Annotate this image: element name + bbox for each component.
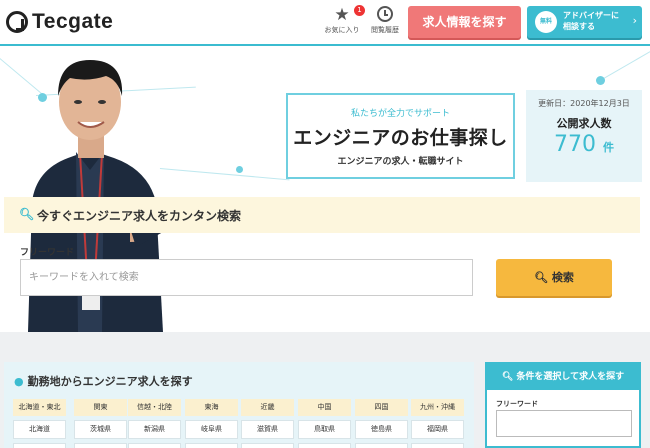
prefecture-link[interactable]: 鳥取県: [298, 420, 351, 439]
region-tab[interactable]: 中国: [298, 399, 351, 416]
open-jobs-label: 公開求人数: [556, 117, 612, 130]
quick-search-header: 🔍︎ 今すぐエンジニア求人をカンタン検索: [4, 197, 640, 233]
search-icon: 🔍︎: [501, 372, 514, 382]
adviser-line-1: アドバイザーに: [563, 11, 619, 20]
clock-icon: [377, 6, 393, 22]
keyword-search-input[interactable]: [20, 259, 473, 296]
adviser-line-2: 相談する: [563, 22, 595, 31]
adviser-consult-button[interactable]: 無料 アドバイザーに 相談する ›: [527, 6, 642, 38]
area-search-panel: ● 勤務地からエンジニア求人を探す 北海道・東北 関東 信越・北陸 東海 近畿 中…: [4, 362, 474, 448]
area-search-title-text: 勤務地からエンジニア求人を探す: [27, 375, 193, 388]
prefecture-link[interactable]: [241, 443, 294, 448]
prefecture-link[interactable]: [74, 443, 127, 448]
job-stats-box: 更新日：2020年12月3日 公開求人数 770 件: [526, 90, 642, 182]
condition-search-panel: 🔍︎ 条件を選択して求人を探す フリーワード: [485, 362, 641, 448]
history-label: 閲覧履歴: [371, 26, 399, 34]
prefecture-link[interactable]: [185, 443, 238, 448]
catch-headline: エンジニアのお仕事探し: [293, 127, 508, 149]
site-logo[interactable]: Tecgate: [6, 10, 113, 34]
catch-subtitle: 私たちが全力でサポート: [350, 109, 450, 119]
open-jobs-number: 770: [554, 132, 596, 157]
condition-search-title: 条件を選択して求人を探す: [516, 372, 625, 382]
open-jobs-count: 770 件: [526, 132, 642, 157]
open-jobs-unit: 件: [603, 141, 614, 154]
prefecture-link[interactable]: 茨城県: [74, 420, 127, 439]
favorites-label: お気に入り: [324, 26, 360, 34]
area-search-title: ● 勤務地からエンジニア求人を探す: [14, 373, 193, 389]
decor-line: [159, 168, 290, 181]
hero-catch-box: 私たちが全力でサポート エンジニアのお仕事探し エンジニアの求人・転職サイト: [286, 93, 515, 179]
region-tab[interactable]: 関東: [74, 399, 127, 416]
prefecture-link[interactable]: 新潟県: [128, 420, 181, 439]
tecgate-logo-icon: [6, 11, 28, 33]
logo-text: Tecgate: [32, 10, 114, 33]
history-link[interactable]: 閲覧履歴: [366, 5, 404, 35]
decor-line: [600, 50, 650, 81]
site-header: Tecgate ★ 1 お気に入り 閲覧履歴 求人情報を探す 無料 アドバイザー…: [0, 0, 650, 46]
catch-description: エンジニアの求人・転職サイト: [337, 157, 464, 167]
free-badge: 無料: [535, 11, 557, 33]
region-tab[interactable]: 九州・沖縄: [411, 399, 464, 416]
decor-dot: [236, 166, 243, 173]
prefecture-link[interactable]: 福岡県: [411, 420, 464, 439]
prefecture-link[interactable]: 北海道: [13, 420, 66, 439]
favorites-link[interactable]: ★ 1 お気に入り: [321, 5, 365, 35]
condition-search-header: 🔍︎ 条件を選択して求人を探す: [487, 364, 639, 390]
prefecture-link[interactable]: [298, 443, 351, 448]
prefecture-link[interactable]: [411, 443, 464, 448]
condition-freeword-label: フリーワード: [496, 400, 538, 408]
page: Tecgate ★ 1 お気に入り 閲覧履歴 求人情報を探す 無料 アドバイザー…: [0, 0, 650, 448]
search-icon: 🔍︎: [19, 207, 35, 221]
condition-freeword-input[interactable]: [496, 410, 632, 437]
search-button-label: 検索: [551, 271, 574, 284]
map-pin-icon: ●: [14, 375, 24, 388]
region-tab[interactable]: 四国: [355, 399, 408, 416]
region-tab[interactable]: 東海: [185, 399, 238, 416]
region-tab[interactable]: 信越・北陸: [128, 399, 181, 416]
keyword-search-button[interactable]: 🔍︎ 検索: [496, 259, 612, 296]
favorites-count-badge: 1: [354, 5, 365, 16]
search-jobs-button[interactable]: 求人情報を探す: [408, 6, 521, 38]
region-tab[interactable]: 近畿: [241, 399, 294, 416]
search-icon: 🔍︎: [534, 271, 549, 284]
decor-dot: [596, 76, 605, 85]
prefecture-link[interactable]: [13, 443, 66, 448]
quick-search-title: 今すぐエンジニア求人をカンタン検索: [37, 209, 242, 223]
updated-date: 更新日：2020年12月3日: [538, 99, 630, 108]
adviser-button-text: アドバイザーに 相談する: [563, 10, 619, 32]
freeword-label: フリーワード: [20, 248, 75, 258]
prefecture-link[interactable]: 岐阜県: [185, 420, 238, 439]
chevron-right-icon: ›: [632, 14, 637, 27]
prefecture-link[interactable]: [355, 443, 408, 448]
prefecture-link[interactable]: 滋賀県: [241, 420, 294, 439]
region-tab[interactable]: 北海道・東北: [13, 399, 66, 416]
prefecture-link[interactable]: [128, 443, 181, 448]
prefecture-link[interactable]: 徳島県: [355, 420, 408, 439]
